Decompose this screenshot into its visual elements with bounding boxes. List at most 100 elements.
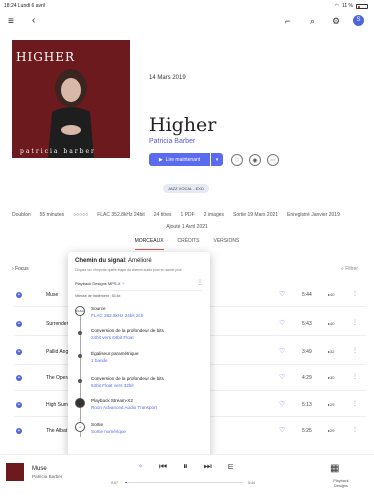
play-options-button[interactable]: ▾ bbox=[211, 153, 223, 166]
search-icon[interactable]: ⌕ bbox=[310, 16, 315, 27]
album-cover: HIGHER patricia barber bbox=[12, 40, 130, 158]
player-track[interactable]: Muse bbox=[32, 466, 47, 472]
album-artist[interactable]: Patricia Barber bbox=[149, 138, 195, 145]
track-name: Pallid Ang bbox=[46, 349, 69, 355]
progress-fill bbox=[125, 482, 128, 483]
track-name: Surrender bbox=[46, 321, 69, 327]
status-right: ◠ 11 % bbox=[335, 3, 368, 9]
player-artist[interactable]: Patricia Barber bbox=[32, 474, 62, 479]
play-now-label: Lire maintenant bbox=[165, 156, 201, 163]
add-icon[interactable]: + bbox=[16, 292, 22, 298]
radio-button[interactable]: ◉ bbox=[249, 154, 261, 166]
more-icon[interactable]: ⋮ bbox=[352, 319, 358, 326]
radio-icon: ◉ bbox=[252, 157, 258, 164]
step-value: FLAC 352.8kHz 24bit 2ch bbox=[91, 313, 144, 318]
add-icon[interactable]: + bbox=[16, 321, 22, 327]
more-icon[interactable]: ⋮ bbox=[352, 426, 358, 433]
meta-images[interactable]: 2 images bbox=[204, 212, 224, 218]
mini-cover[interactable] bbox=[6, 463, 24, 481]
more-icon[interactable]: ⋮ bbox=[352, 400, 358, 407]
avatar[interactable]: S bbox=[353, 15, 364, 26]
heart-icon[interactable]: ♡ bbox=[279, 373, 285, 381]
meta-recorded: Enregistré Janvier 2019 bbox=[287, 212, 340, 218]
output-icon: ◖ bbox=[75, 422, 85, 432]
filter-label: Filtrer bbox=[345, 266, 358, 272]
wifi-icon: ◠ bbox=[334, 3, 339, 9]
signal-chain-line bbox=[80, 307, 81, 437]
remaining-time: 5:44 bbox=[248, 481, 255, 485]
track-duration: 5:13 bbox=[302, 402, 312, 408]
more-icon[interactable]: ⋮ bbox=[352, 347, 358, 354]
zone-device-icon[interactable]: ▦ bbox=[330, 463, 339, 474]
filter-button[interactable]: ⌕ Filtrer bbox=[341, 266, 358, 272]
genre-badge[interactable]: JAZZ VOCAL - EXD bbox=[163, 184, 209, 193]
more-icon[interactable]: ⋮ bbox=[352, 290, 358, 297]
step-name: Sortie bbox=[91, 422, 104, 427]
added-date: Ajouté 1 Avril 2021 bbox=[166, 224, 208, 230]
more-button[interactable]: ⋯ bbox=[267, 154, 279, 166]
add-icon[interactable]: + bbox=[16, 349, 22, 355]
step-value: Sortie numérique bbox=[91, 429, 126, 434]
node-dot-icon bbox=[78, 354, 82, 358]
meta-duration: 55 minutes bbox=[39, 212, 65, 218]
add-icon[interactable]: + bbox=[16, 402, 22, 408]
sparkle-icon: ✧ bbox=[121, 281, 126, 286]
pause-icon[interactable]: ⏸ bbox=[183, 461, 188, 472]
signal-quality: Amélioré bbox=[128, 258, 152, 264]
heart-icon: ♡ bbox=[234, 157, 240, 164]
step-name: Conversion de la profondeur de bits bbox=[91, 328, 164, 333]
heart-icon[interactable]: ♡ bbox=[279, 426, 285, 434]
tab-versions[interactable]: VERSIONS bbox=[214, 238, 240, 250]
track-duration: 4:29 bbox=[302, 375, 312, 381]
bookmark-icon[interactable]: ⌐ bbox=[285, 16, 290, 26]
previous-icon[interactable]: ⏮ bbox=[159, 461, 167, 472]
step-value: 64bit Float vers 32bit bbox=[91, 383, 134, 388]
node-dot-icon bbox=[78, 379, 82, 383]
add-icon[interactable]: + bbox=[16, 428, 22, 434]
track-name: The Albat bbox=[46, 428, 68, 434]
status-time: 18:24 Lundi 6 avril bbox=[4, 3, 45, 9]
tab-credits[interactable]: CRÉDITS bbox=[178, 238, 200, 250]
cover-figure bbox=[48, 69, 94, 158]
processing-rate: Vitesse de traitement : 53.6x bbox=[75, 294, 121, 298]
settings-icon[interactable]: ⚙ bbox=[332, 16, 340, 27]
focus-filter[interactable]: › Focus bbox=[12, 266, 29, 272]
elapsed-time: 0:07 bbox=[111, 481, 118, 485]
zone-device-name[interactable]: Playback Designs bbox=[330, 479, 352, 488]
release-date: 14 Mars 2019 bbox=[149, 75, 186, 81]
meta-sort: Sortie 19 Mars 2021 bbox=[233, 212, 279, 218]
favorite-button[interactable]: ♡ bbox=[231, 154, 243, 166]
play-icon: ▶ bbox=[158, 156, 163, 163]
heart-icon[interactable]: ♡ bbox=[279, 400, 285, 408]
step-name: Source bbox=[91, 306, 106, 311]
heart-icon[interactable]: ♡ bbox=[279, 347, 285, 355]
sparkle-icon[interactable]: ✧ bbox=[138, 463, 143, 470]
focus-label: Focus bbox=[15, 266, 29, 272]
step-value: 24bit vers 64bit Float bbox=[91, 335, 134, 340]
back-icon[interactable]: ‹ bbox=[32, 15, 35, 26]
tab-tracks[interactable]: MORCEAUX bbox=[134, 238, 164, 250]
track-duration: 5:43 bbox=[302, 321, 312, 327]
progress-bar[interactable] bbox=[125, 482, 243, 483]
cover-title: HIGHER bbox=[16, 50, 76, 64]
meta-quality: Doublon bbox=[12, 212, 31, 218]
album-meta: Doublon 55 minutes ○○○○○ FLAC 352.8kHz 2… bbox=[12, 212, 367, 218]
filter-icon: ⌕ bbox=[341, 266, 344, 272]
playback-controls: ✧ ⏮ ⏸ ⏭ ⋿ bbox=[138, 461, 234, 472]
stream-device-icon bbox=[75, 398, 85, 408]
more-icon[interactable]: ⋮ bbox=[197, 279, 203, 286]
heart-icon[interactable]: ♡ bbox=[279, 290, 285, 298]
meta-pdf[interactable]: 1 PDF bbox=[181, 212, 195, 218]
next-icon[interactable]: ⏭ bbox=[204, 461, 212, 472]
add-icon[interactable]: + bbox=[16, 375, 22, 381]
chevron-down-icon: ▾ bbox=[215, 156, 219, 163]
menu-icon[interactable]: ≡ bbox=[8, 16, 14, 27]
more-icon[interactable]: ⋮ bbox=[352, 373, 358, 380]
track-popularity: ▸32 bbox=[328, 349, 335, 354]
heart-icon[interactable]: ♡ bbox=[279, 319, 285, 327]
step-name: Conversion de la profondeur de bits bbox=[91, 376, 164, 381]
track-duration: 3:49 bbox=[302, 349, 312, 355]
queue-icon[interactable]: ⋿ bbox=[228, 463, 234, 471]
play-now-button[interactable]: ▶ Lire maintenant bbox=[149, 153, 210, 166]
track-name: Muse bbox=[46, 292, 59, 298]
